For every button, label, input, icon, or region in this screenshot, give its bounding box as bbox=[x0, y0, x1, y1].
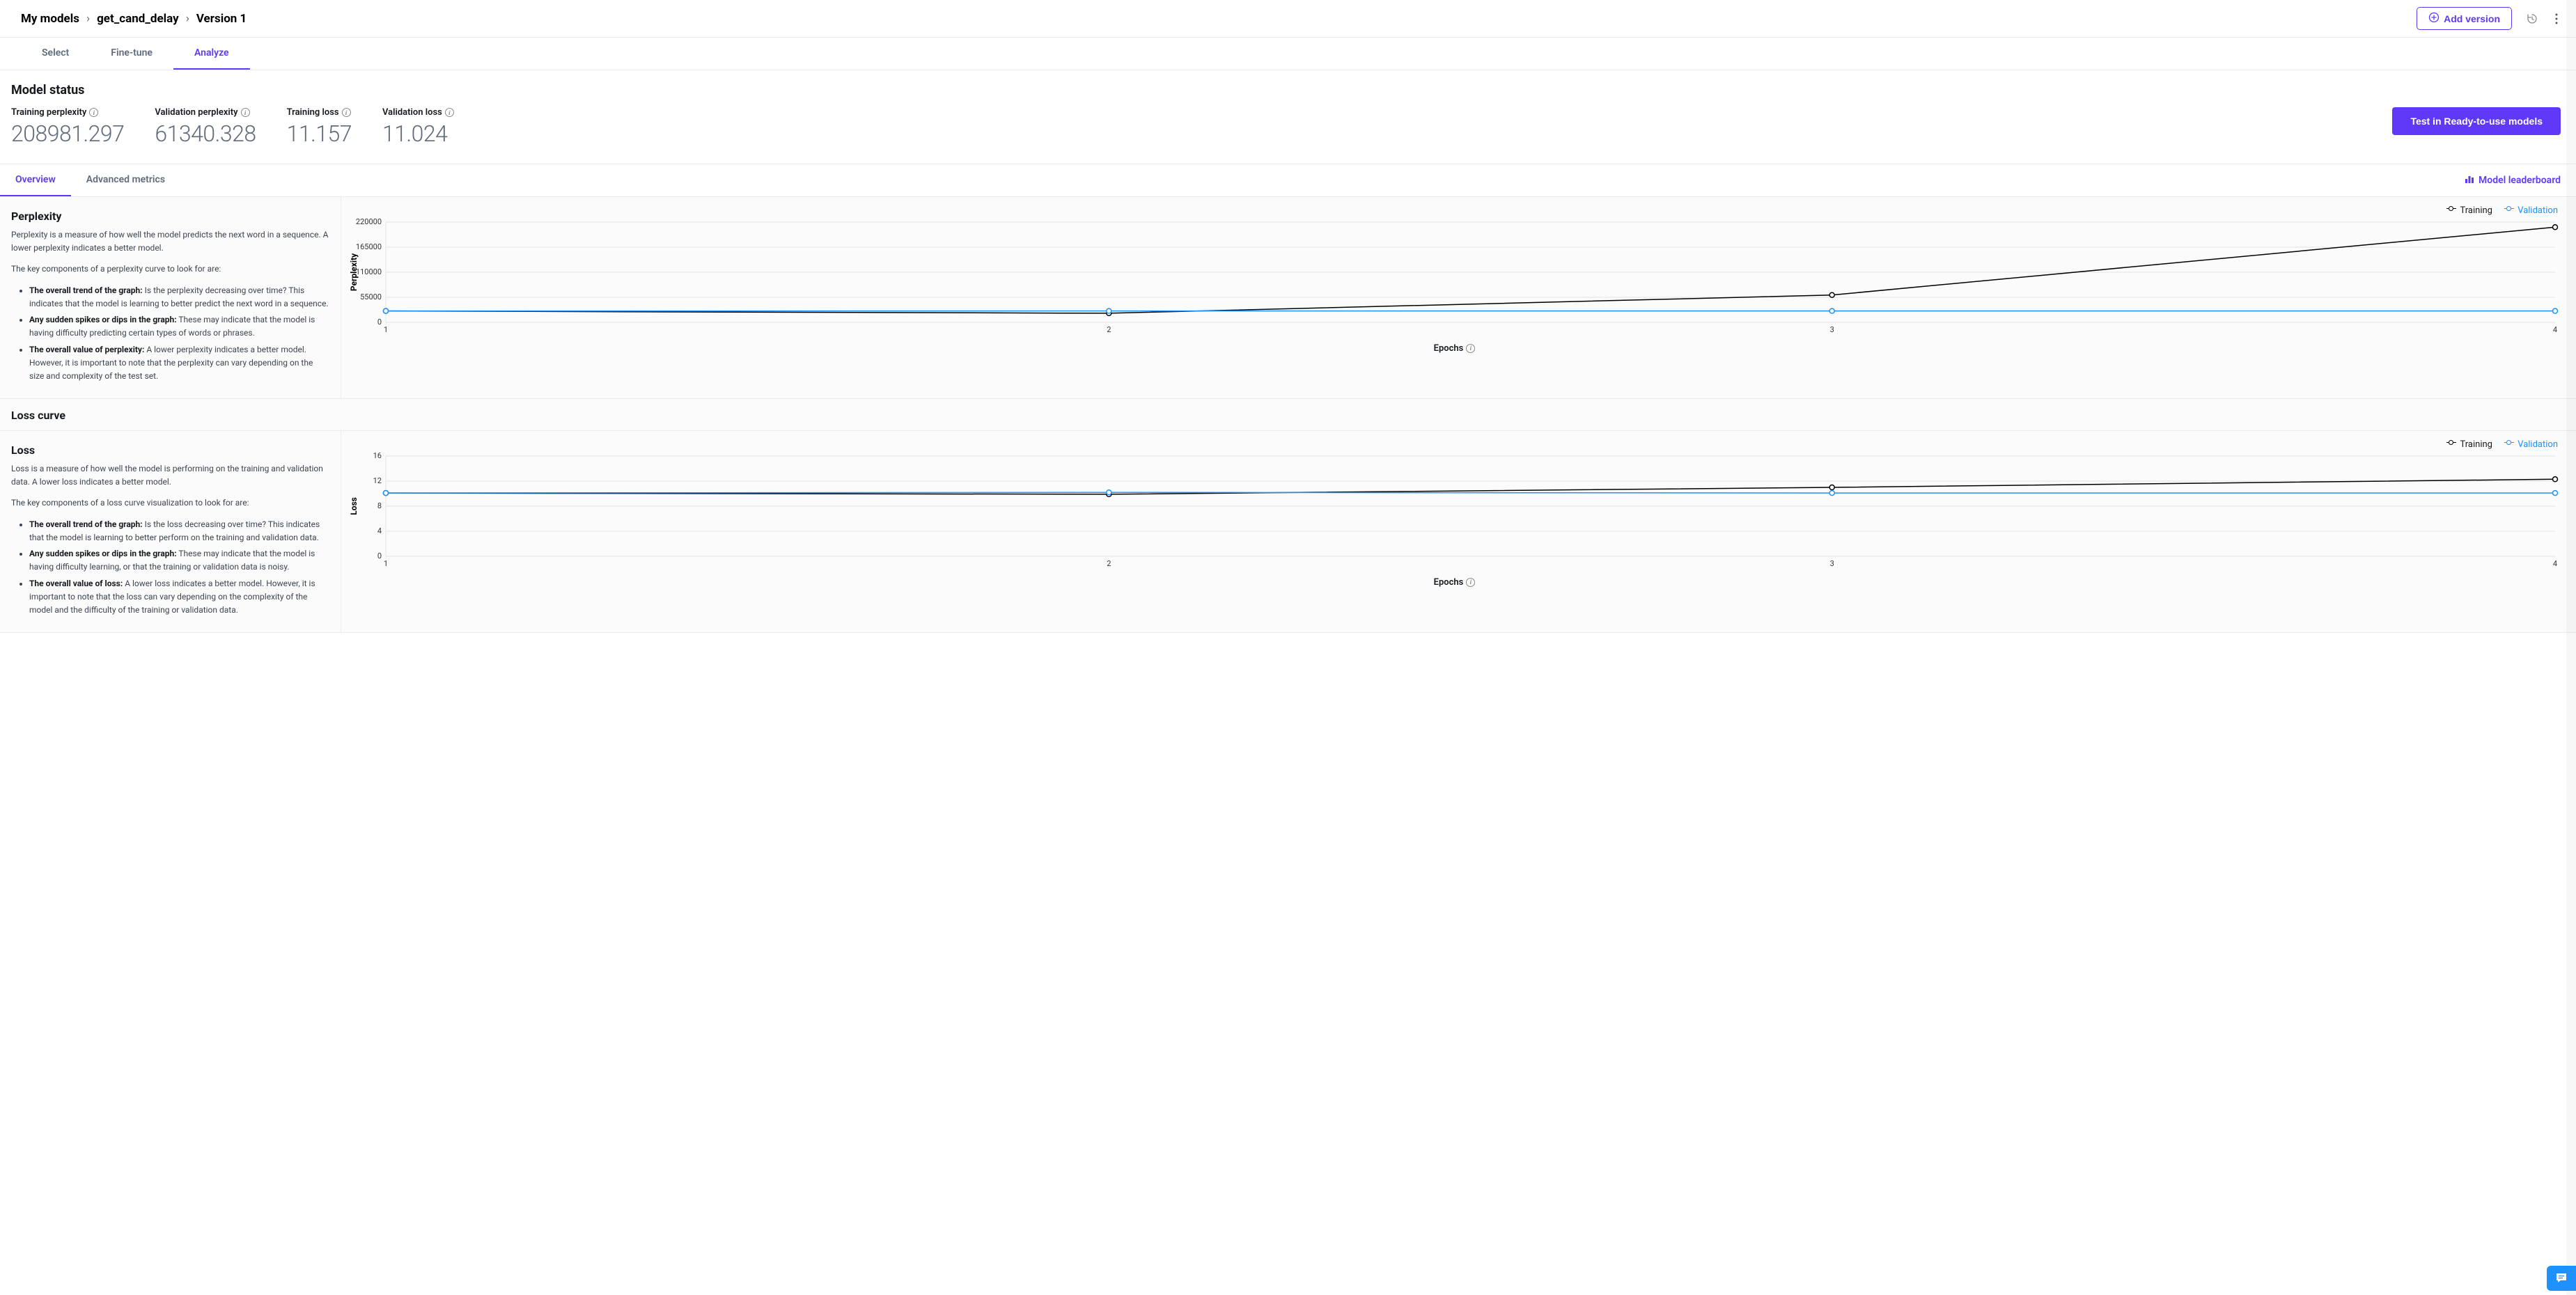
svg-text:110000: 110000 bbox=[356, 267, 382, 276]
metric-validation-perplexity: Validation perplexityi 61340.328 bbox=[155, 107, 256, 147]
legend-validation[interactable]: Validation bbox=[2504, 205, 2558, 216]
svg-text:1: 1 bbox=[384, 325, 388, 334]
metric-training-loss: Training lossi 11.157 bbox=[287, 107, 352, 147]
metric-training-perplexity: Training perplexityi 208981.297 bbox=[11, 107, 124, 147]
svg-text:Perplexity: Perplexity bbox=[349, 252, 359, 290]
svg-text:4: 4 bbox=[2553, 559, 2557, 568]
metric-value: 11.157 bbox=[287, 120, 352, 147]
kebab-menu-icon[interactable] bbox=[2552, 10, 2561, 28]
svg-text:220000: 220000 bbox=[356, 218, 382, 226]
svg-text:55000: 55000 bbox=[360, 292, 382, 301]
list-item: Any sudden spikes or dips in the graph: … bbox=[29, 313, 329, 340]
add-version-button[interactable]: Add version bbox=[2417, 7, 2512, 30]
chevron-right-icon: › bbox=[86, 12, 90, 26]
loss-curve-heading: Loss curve bbox=[0, 399, 2576, 431]
perplexity-description: Perplexity Perplexity is a measure of ho… bbox=[0, 197, 341, 398]
legend-validation[interactable]: Validation bbox=[2504, 439, 2558, 450]
svg-text:0: 0 bbox=[377, 551, 382, 560]
svg-text:1: 1 bbox=[384, 559, 388, 568]
svg-text:4: 4 bbox=[2553, 325, 2557, 334]
plus-circle-icon bbox=[2428, 12, 2440, 25]
loss-section: Loss Loss is a measure of how well the m… bbox=[0, 431, 2576, 633]
topbar: My models › get_cand_delay › Version 1 A… bbox=[0, 0, 2576, 38]
svg-text:2: 2 bbox=[1107, 559, 1111, 568]
legend-training[interactable]: Training bbox=[2446, 439, 2492, 450]
main-tabs: Select Fine-tune Analyze bbox=[0, 38, 2576, 70]
section-title: Perplexity bbox=[11, 210, 329, 223]
list-item: The overall value of perplexity: A lower… bbox=[29, 343, 329, 384]
loss-chart: Training Validation 04812161234Loss Epoc… bbox=[341, 431, 2576, 632]
subtab-overview[interactable]: Overview bbox=[0, 164, 71, 196]
breadcrumb-model[interactable]: get_cand_delay bbox=[97, 12, 179, 26]
add-version-label: Add version bbox=[2444, 13, 2500, 24]
svg-text:4: 4 bbox=[377, 526, 382, 535]
x-axis-label: Epochsi bbox=[347, 577, 2562, 588]
list-item: The overall trend of the graph: Is the l… bbox=[29, 518, 329, 544]
section-title: Loss bbox=[11, 444, 329, 457]
tab-analyze[interactable]: Analyze bbox=[173, 38, 250, 70]
chevron-right-icon: › bbox=[186, 12, 189, 26]
svg-text:12: 12 bbox=[373, 476, 382, 485]
perplexity-chart: Training Validation 05500011000016500022… bbox=[341, 197, 2576, 398]
info-icon[interactable]: i bbox=[241, 108, 250, 117]
model-status-title: Model status bbox=[11, 83, 2561, 97]
analyze-subtabs-row: Overview Advanced metrics Model leaderbo… bbox=[0, 164, 2576, 197]
chart-legend: Training Validation bbox=[347, 205, 2562, 217]
legend-training[interactable]: Training bbox=[2446, 205, 2492, 216]
metric-value: 61340.328 bbox=[155, 120, 256, 147]
loss-line-chart[interactable]: 04812161234Loss bbox=[347, 452, 2562, 570]
info-icon[interactable]: i bbox=[1466, 344, 1475, 353]
chart-legend: Training Validation bbox=[347, 439, 2562, 450]
info-icon[interactable]: i bbox=[342, 108, 351, 117]
svg-text:16: 16 bbox=[373, 452, 382, 460]
loss-description: Loss Loss is a measure of how well the m… bbox=[0, 431, 341, 632]
bar-chart-icon bbox=[2465, 174, 2474, 187]
model-leaderboard-link[interactable]: Model leaderboard bbox=[2465, 174, 2561, 187]
svg-text:Loss: Loss bbox=[349, 497, 359, 515]
list-item: The overall trend of the graph: Is the p… bbox=[29, 284, 329, 311]
metric-value: 208981.297 bbox=[11, 120, 124, 147]
svg-text:2: 2 bbox=[1107, 325, 1111, 334]
perplexity-section: Perplexity Perplexity is a measure of ho… bbox=[0, 197, 2576, 399]
svg-text:3: 3 bbox=[1830, 325, 1834, 334]
history-icon[interactable] bbox=[2523, 10, 2541, 28]
scrollbar[interactable] bbox=[2566, 0, 2576, 1295]
x-axis-label: Epochsi bbox=[347, 343, 2562, 354]
breadcrumb: My models › get_cand_delay › Version 1 bbox=[21, 12, 247, 26]
model-status-panel: Model status Training perplexityi 208981… bbox=[0, 70, 2576, 164]
svg-text:0: 0 bbox=[377, 317, 382, 327]
svg-text:165000: 165000 bbox=[356, 242, 382, 251]
info-icon[interactable]: i bbox=[89, 108, 98, 117]
perplexity-line-chart[interactable]: 0 55000 110000 165000 220000 1 2 3 4 Perplexity bbox=[347, 218, 2562, 336]
tab-finetune[interactable]: Fine-tune bbox=[90, 38, 173, 70]
list-item: The overall value of loss: A lower loss … bbox=[29, 577, 329, 618]
metric-value: 11.024 bbox=[382, 120, 454, 147]
list-item: Any sudden spikes or dips in the graph: … bbox=[29, 547, 329, 574]
test-in-ready-button[interactable]: Test in Ready-to-use models bbox=[2392, 107, 2561, 135]
breadcrumb-version[interactable]: Version 1 bbox=[196, 12, 247, 26]
tab-select[interactable]: Select bbox=[21, 38, 90, 70]
info-icon[interactable]: i bbox=[445, 108, 454, 117]
topbar-actions: Add version bbox=[2417, 7, 2561, 30]
info-icon[interactable]: i bbox=[1466, 578, 1475, 587]
svg-text:3: 3 bbox=[1830, 559, 1834, 568]
svg-text:8: 8 bbox=[377, 501, 382, 510]
metric-validation-loss: Validation lossi 11.024 bbox=[382, 107, 454, 147]
breadcrumb-my-models[interactable]: My models bbox=[21, 12, 79, 26]
status-metrics: Training perplexityi 208981.297 Validati… bbox=[11, 107, 454, 147]
chat-icon[interactable] bbox=[2547, 1266, 2576, 1291]
subtab-advanced-metrics[interactable]: Advanced metrics bbox=[71, 164, 180, 196]
